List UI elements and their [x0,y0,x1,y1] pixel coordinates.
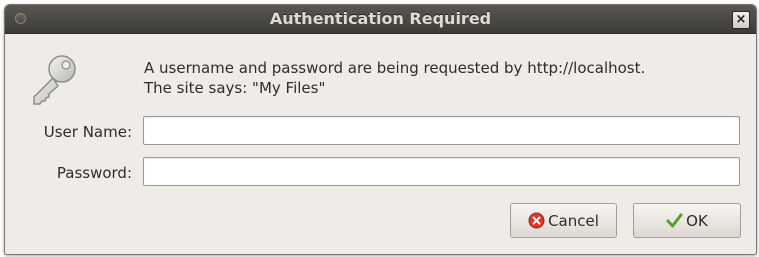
cancel-button-label: Cancel [548,211,599,230]
password-label: Password: [56,164,132,182]
auth-dialog: Authentication Required × A username and… [4,4,757,255]
cancel-button[interactable]: Cancel [510,203,617,238]
message-line-2: The site says: "My Files" [144,79,326,97]
dialog-title: Authentication Required [269,9,492,28]
username-input[interactable] [143,116,740,145]
message-line-1: A username and password are being reques… [144,59,646,77]
auth-message: A username and password are being reques… [144,58,645,98]
password-input[interactable] [143,157,740,186]
ok-button-label: OK [686,211,708,230]
title-bar[interactable]: Authentication Required × [5,5,756,34]
ok-checkmark-icon [666,213,683,228]
cancel-icon [528,212,545,229]
close-button[interactable]: × [732,11,750,29]
ok-button[interactable]: OK [633,203,741,238]
key-icon [33,55,76,105]
username-label: User Name: [43,123,132,141]
